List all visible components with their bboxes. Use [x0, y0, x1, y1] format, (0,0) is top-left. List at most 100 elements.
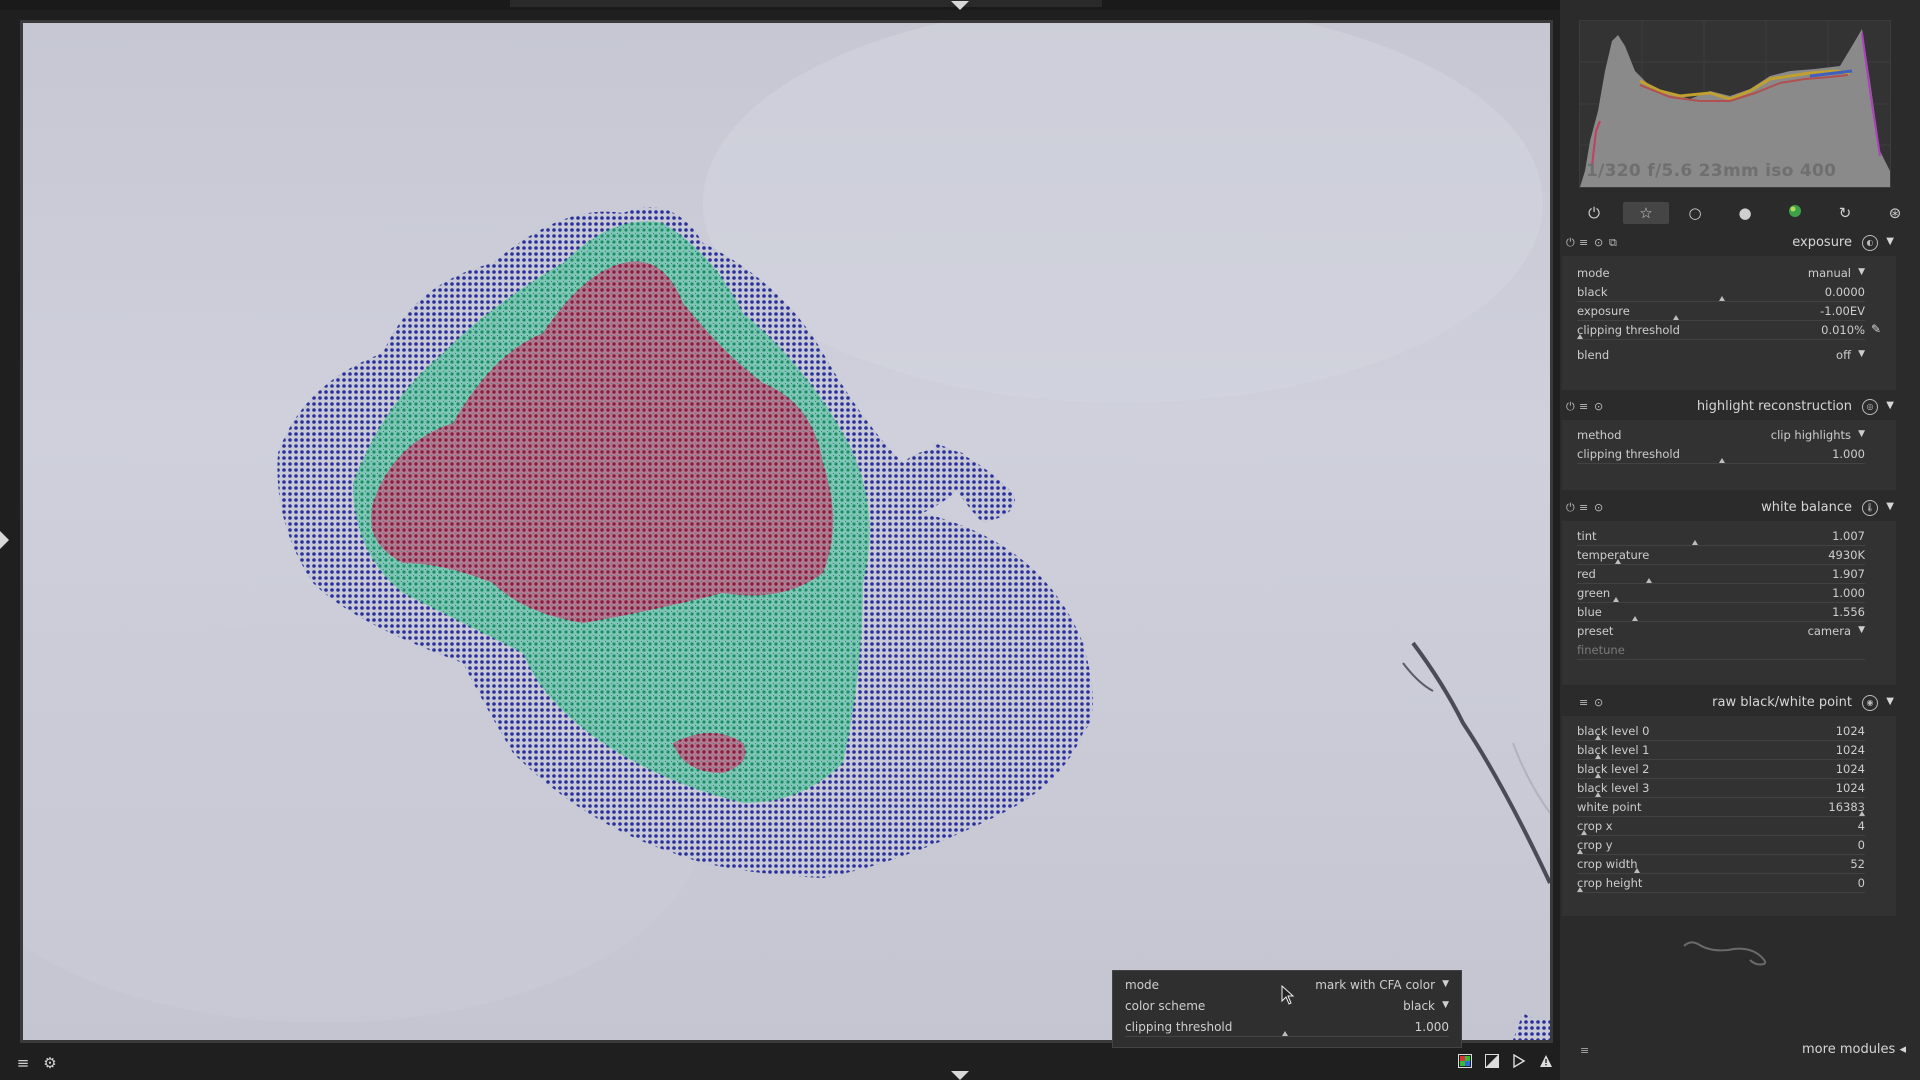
param-label: red [1577, 567, 1596, 581]
raw-black-level-3-slider[interactable]: black level 3 1024 [1577, 779, 1865, 798]
gamut-check-icon[interactable] [1537, 1054, 1555, 1072]
exposure-blend-combo[interactable]: blend off ▼ [1577, 346, 1865, 365]
slider-marker[interactable] [1282, 1031, 1288, 1036]
chevron-down-icon: ▼ [1858, 349, 1865, 359]
module-group-bar: ⏻ ☆ ○ ● ↻ ⊛ [1560, 198, 1920, 226]
wb-temperature-slider[interactable]: temperature 4930K [1577, 546, 1865, 565]
chevron-down-icon[interactable]: ▼ [1886, 236, 1894, 247]
slider-marker[interactable] [1719, 458, 1725, 463]
left-panel-toggle-icon[interactable] [0, 531, 9, 549]
reset-icon[interactable]: ⊙ [1594, 501, 1603, 514]
param-label: black [1577, 285, 1608, 299]
slider-marker[interactable] [1595, 754, 1601, 759]
power-icon[interactable]: ⏻ [1566, 501, 1575, 515]
raw-white-point-slider[interactable]: white point 16383 [1577, 798, 1865, 817]
module-header[interactable]: ⏻ ≡ ⊙ white balance 🌡 ▼ [1562, 495, 1896, 521]
presets-icon[interactable]: ≡ [1579, 400, 1588, 413]
presets-icon[interactable]: ≡ [1580, 1044, 1589, 1057]
highlight-clipping-slider[interactable]: clipping threshold 1.000 [1577, 445, 1865, 464]
exif-info: 1/320 f/5.6 23mm iso 400 [1586, 161, 1837, 181]
param-label: temperature [1577, 548, 1650, 562]
module-header[interactable]: ⏻ ≡ ⊙ highlight reconstruction ◎ ▼ [1562, 394, 1896, 420]
exposure-clipping-slider[interactable]: clipping threshold 0.010% ✎ [1577, 321, 1881, 340]
raw-black-level-2-slider[interactable]: black level 2 1024 [1577, 760, 1865, 779]
raw-crop-y-slider[interactable]: crop y 0 [1577, 836, 1865, 855]
presets-icon[interactable]: ≡ [1579, 236, 1588, 249]
highlight-method-combo[interactable]: method clip highlights ▼ [1577, 426, 1865, 445]
param-label: black level 1 [1577, 743, 1650, 757]
image-preview[interactable] [20, 20, 1553, 1043]
more-modules-button[interactable]: more modules ◂ [1802, 1042, 1906, 1057]
slider-marker[interactable] [1595, 773, 1601, 778]
reset-icon[interactable]: ⊙ [1594, 236, 1603, 249]
slider-marker[interactable] [1692, 540, 1698, 545]
slider-marker[interactable] [1595, 792, 1601, 797]
thermometer-icon: 🌡 [1862, 500, 1878, 516]
histogram[interactable]: 1/320 f/5.6 23mm iso 400 [1579, 20, 1891, 188]
raw-crop-x-slider[interactable]: crop x 4 [1577, 817, 1865, 836]
chevron-down-icon[interactable]: ▼ [1886, 501, 1894, 512]
exposure-exposure-slider[interactable]: exposure -1.00EV [1577, 302, 1865, 321]
raw-black-level-0-slider[interactable]: black level 0 1024 [1577, 722, 1865, 741]
slider-marker[interactable] [1581, 830, 1587, 835]
color-picker-icon[interactable]: ✎ [1871, 322, 1881, 336]
param-value: manual [1807, 266, 1851, 280]
styles-icon[interactable]: ⚙ [41, 1054, 59, 1072]
slider-marker[interactable] [1613, 597, 1619, 602]
raw-black-level-1-slider[interactable]: black level 1 1024 [1577, 741, 1865, 760]
exposure-black-slider[interactable]: black 0.0000 [1577, 283, 1865, 302]
raw-overexposed-icon[interactable] [1456, 1054, 1474, 1072]
reset-icon[interactable]: ⊙ [1594, 696, 1603, 709]
wb-green-slider[interactable]: green 1.000 [1577, 584, 1865, 603]
module-exposure: ⏻ ≡ ⊙ ⧉ exposure ◐ ▼ mode manual ▼ black… [1562, 230, 1896, 390]
module-header[interactable]: ⏻ ≡ ⊙ ⧉ exposure ◐ ▼ [1562, 230, 1896, 256]
slider-marker[interactable] [1632, 616, 1638, 621]
color-icon[interactable] [1784, 202, 1806, 224]
menu-icon[interactable]: ≡ [14, 1054, 32, 1072]
slider-marker[interactable] [1615, 559, 1621, 564]
module-header[interactable]: ≡ ⊙ raw black/white point ◉ ▼ [1562, 690, 1896, 716]
chevron-down-icon: ▼ [1858, 625, 1865, 635]
chevron-down-icon[interactable]: ▼ [1886, 696, 1894, 707]
power-icon[interactable]: ⏻ [1566, 236, 1575, 250]
ornament-icon [1683, 941, 1767, 966]
multi-instance-icon[interactable]: ⧉ [1609, 236, 1617, 250]
wb-preset-combo[interactable]: preset camera ▼ [1577, 622, 1865, 641]
slider-marker[interactable] [1577, 849, 1583, 854]
power-icon[interactable]: ⏻ [1566, 400, 1575, 414]
exposure-mode-combo[interactable]: mode manual ▼ [1577, 264, 1865, 283]
slider-marker[interactable] [1673, 315, 1679, 320]
presets-icon[interactable]: ≡ [1579, 501, 1588, 514]
slider-marker[interactable] [1577, 887, 1583, 892]
raw-crop-height-slider[interactable]: crop height 0 [1577, 874, 1865, 893]
reset-icon[interactable]: ⊙ [1594, 400, 1603, 413]
popup-clipping-slider[interactable]: clipping threshold 1.000 [1125, 1017, 1449, 1037]
right-panel: 1/320 f/5.6 23mm iso 400 ⏻ ☆ ○ ● ↻ ⊛ ⏻ ≡… [1560, 0, 1920, 1080]
wb-tint-slider[interactable]: tint 1.007 [1577, 527, 1865, 546]
slider-marker[interactable] [1595, 735, 1601, 740]
wb-red-slider[interactable]: red 1.907 [1577, 565, 1865, 584]
param-value: 0.010% [1821, 323, 1865, 337]
slider-marker[interactable] [1859, 811, 1865, 816]
effect-icon[interactable]: ⊛ [1884, 202, 1906, 224]
top-panel-toggle-icon[interactable] [951, 1, 969, 10]
correct-icon[interactable]: ↻ [1834, 202, 1856, 224]
raw-crop-width-slider[interactable]: crop width 52 [1577, 855, 1865, 874]
star-icon[interactable]: ☆ [1623, 202, 1669, 224]
overexposed-icon[interactable] [1483, 1054, 1501, 1072]
slider-marker[interactable] [1634, 868, 1640, 873]
param-value: -1.00EV [1820, 304, 1865, 318]
param-value: 0.0000 [1824, 285, 1865, 299]
softproof-icon[interactable] [1510, 1053, 1528, 1072]
chevron-down-icon[interactable]: ▼ [1886, 400, 1894, 411]
param-value: camera [1807, 624, 1851, 638]
slider-marker[interactable] [1646, 578, 1652, 583]
sphere-icon[interactable]: ● [1734, 202, 1756, 224]
param-value: 0 [1857, 838, 1865, 852]
presets-icon[interactable]: ≡ [1579, 696, 1588, 709]
slider-marker[interactable] [1719, 296, 1725, 301]
wb-blue-slider[interactable]: blue 1.556 [1577, 603, 1865, 622]
slider-marker[interactable] [1577, 334, 1583, 339]
circle-icon[interactable]: ○ [1684, 202, 1706, 224]
power-icon[interactable]: ⏻ [1583, 202, 1605, 224]
